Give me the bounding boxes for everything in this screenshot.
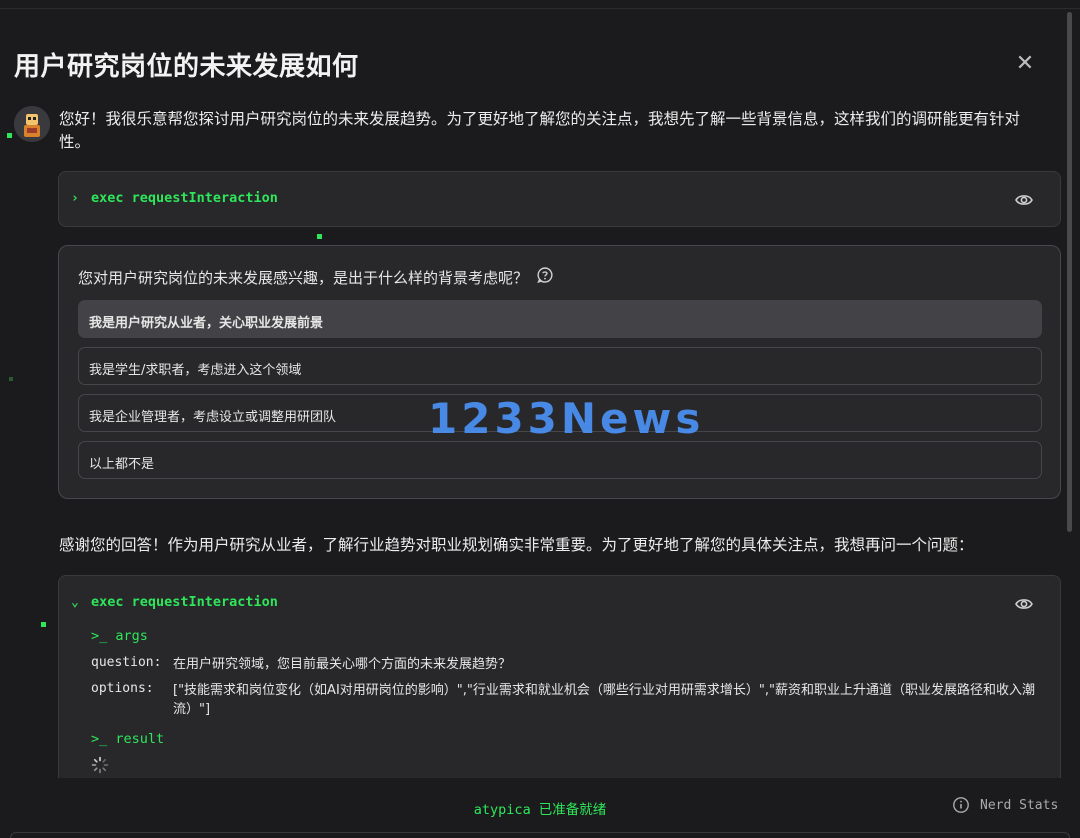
eye-icon[interactable] bbox=[1014, 190, 1034, 210]
watermark: 1233News bbox=[428, 394, 705, 443]
decor-dot bbox=[7, 133, 12, 138]
decor-dot bbox=[9, 377, 13, 381]
option-item[interactable]: 我是学生/求职者，考虑进入这个领域 bbox=[78, 347, 1042, 385]
info-icon bbox=[953, 797, 969, 813]
tool-call-expanded: ⌄ exec requestInteraction >_ args questi… bbox=[58, 575, 1061, 795]
close-button[interactable]: ✕ bbox=[1012, 50, 1038, 76]
tool-call-header[interactable]: ⌄ exec requestInteraction bbox=[71, 594, 278, 610]
arg-key: question: bbox=[91, 655, 162, 670]
arg-options-row: options: ["技能需求和岗位变化（如AI对用研岗位的影响）","行业需求… bbox=[91, 681, 1053, 719]
tool-call-label: exec requestInteraction bbox=[91, 190, 278, 206]
decor-dot bbox=[41, 622, 46, 627]
option-item[interactable]: 以上都不是 bbox=[78, 441, 1042, 479]
close-icon: ✕ bbox=[1015, 50, 1035, 75]
assistant-message: 您好！我很乐意帮您探讨用户研究岗位的未来发展趋势。为了更好地了解您的关注点，我想… bbox=[59, 110, 1021, 151]
chevron-down-icon: ⌄ bbox=[71, 594, 79, 610]
eye-icon[interactable] bbox=[1014, 594, 1034, 614]
nerd-stats-button[interactable]: Nerd Stats bbox=[952, 796, 1058, 814]
arg-value: ["技能需求和岗位变化（如AI对用研岗位的影响）","行业需求和就业机会（哪些行… bbox=[173, 683, 1035, 717]
arg-question-row: question: 在用户研究领域，您目前最关心哪个方面的未来发展趋势？ bbox=[91, 655, 1053, 674]
result-label: >_ result bbox=[91, 731, 165, 747]
tool-call-label: exec requestInteraction bbox=[91, 594, 278, 610]
assistant-avatar bbox=[14, 106, 50, 142]
top-divider bbox=[0, 8, 1080, 9]
help-icon[interactable] bbox=[536, 266, 554, 288]
ready-status: 已准备就绪 bbox=[538, 802, 607, 818]
args-label: >_ args bbox=[91, 628, 148, 644]
avatar-icon bbox=[14, 106, 50, 142]
arg-key: options: bbox=[91, 681, 154, 696]
status-text: atypica 已准备就绪 bbox=[0, 798, 1080, 818]
interaction-card: 您对用户研究岗位的未来发展感兴趣，是出于什么样的背景考虑呢？ 我是用户研究从业者… bbox=[58, 245, 1061, 499]
interaction-question: 您对用户研究岗位的未来发展感兴趣，是出于什么样的背景考虑呢？ bbox=[78, 268, 529, 287]
loading-spinner-icon bbox=[91, 756, 109, 774]
assistant-message: 感谢您的回答！作为用户研究从业者，了解行业趋势对职业规划确实非常重要。为了更好地… bbox=[59, 536, 974, 554]
decor-dot bbox=[317, 234, 322, 239]
nerd-stats-label: Nerd Stats bbox=[980, 797, 1059, 813]
page-title: 用户研究岗位的未来发展如何 bbox=[14, 52, 359, 82]
scrollbar[interactable] bbox=[1067, 12, 1072, 532]
chevron-right-icon: › bbox=[71, 190, 79, 206]
input-panel-edge bbox=[10, 832, 1070, 838]
arg-value: 在用户研究领域，您目前最关心哪个方面的未来发展趋势？ bbox=[173, 657, 512, 672]
status-bar: atypica 已准备就绪 Nerd Stats bbox=[0, 778, 1080, 838]
app-name: atypica bbox=[473, 802, 531, 818]
tool-call-collapsed[interactable]: › exec requestInteraction bbox=[58, 171, 1061, 227]
option-item-selected[interactable]: 我是用户研究从业者，关心职业发展前景 bbox=[78, 300, 1042, 338]
